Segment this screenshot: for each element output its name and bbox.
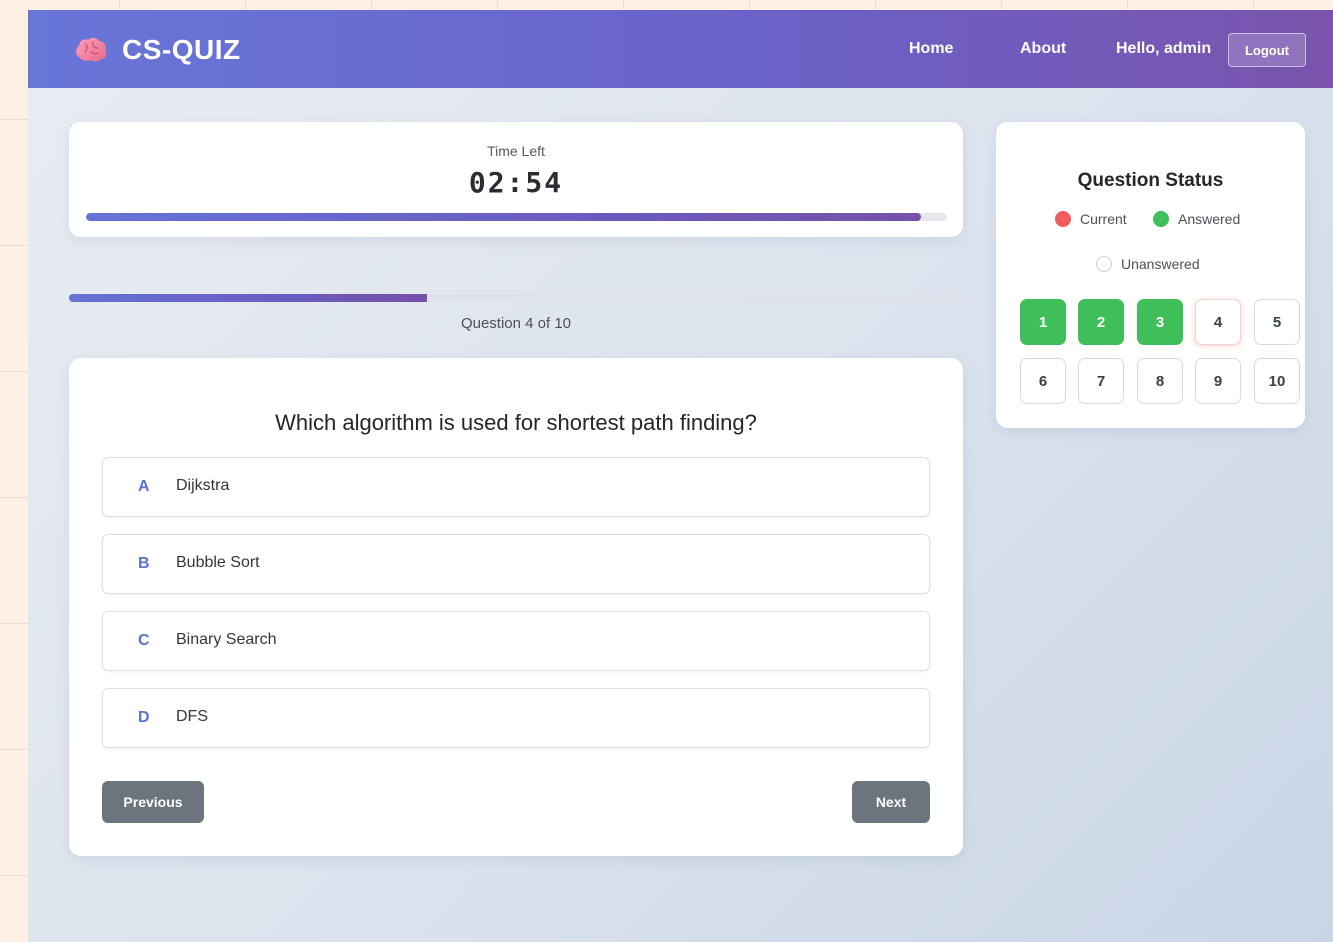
question-jump-button[interactable]: 3 [1137,299,1183,345]
question-jump-button[interactable]: 8 [1137,358,1183,404]
option-letter: C [138,632,150,649]
legend-answered: Answered [1153,211,1240,227]
option-text: Binary Search [176,631,277,648]
question-jump-button[interactable]: 10 [1254,358,1300,404]
status-title: Question Status [1077,170,1224,191]
brand[interactable]: CS-QUIZ [74,32,241,68]
top-navbar: CS-QUIZ Home About Hello, admin Logout [28,10,1333,88]
option-text: DFS [176,708,208,725]
timer-progress-fill [86,213,922,221]
question-jump-button[interactable]: 2 [1078,299,1124,345]
question-progress-track [69,294,963,302]
option-letter: B [138,555,150,572]
question-card: Which algorithm is used for shortest pat… [69,358,963,856]
user-greeting: Hello, admin [1116,40,1212,57]
answered-dot-icon [1153,211,1169,227]
question-jump-button[interactable]: 7 [1078,358,1124,404]
logout-button[interactable]: Logout [1228,33,1306,67]
option-d[interactable]: D DFS [102,688,930,748]
timer-label: Time Left [487,143,545,159]
question-text: Which algorithm is used for shortest pat… [275,410,757,435]
timer-value: 02:54 [468,166,564,199]
timer-card: Time Left 02:54 [69,122,963,237]
option-letter: A [138,478,150,495]
next-button[interactable]: Next [852,781,930,823]
question-jump-button[interactable]: 1 [1020,299,1066,345]
option-c[interactable]: C Binary Search [102,611,930,671]
legend-answered-label: Answered [1178,211,1241,227]
question-jump-button[interactable]: 6 [1020,358,1066,404]
legend-unanswered-label: Unanswered [1121,256,1200,272]
brand-name: CS-QUIZ [122,34,241,65]
option-letter: D [138,709,150,726]
nav-about-link[interactable]: About [1020,40,1066,58]
current-dot-icon [1055,211,1071,227]
timer-progress-track [86,213,947,221]
legend-unanswered: Unanswered [1096,256,1200,272]
option-a[interactable]: A Dijkstra [102,457,930,517]
question-jump-button[interactable]: 4 [1195,299,1241,345]
option-b[interactable]: B Bubble Sort [102,534,930,594]
unanswered-dot-icon [1096,256,1112,272]
question-jump-button[interactable]: 9 [1195,358,1241,404]
option-text: Dijkstra [176,477,230,494]
option-text: Bubble Sort [176,554,260,571]
previous-button[interactable]: Previous [102,781,204,823]
question-progress-text: Question 4 of 10 [460,315,572,332]
quiz-app: CS-QUIZ Home About Hello, admin Logout T… [28,10,1333,942]
legend-current: Current [1055,211,1127,227]
nav-home-link[interactable]: Home [909,40,953,58]
question-status-card: Question Status Current Answered Unanswe… [996,122,1305,428]
question-progress-fill [69,294,427,302]
brain-icon [76,37,107,62]
question-jump-button[interactable]: 5 [1254,299,1300,345]
legend-current-label: Current [1080,211,1127,227]
